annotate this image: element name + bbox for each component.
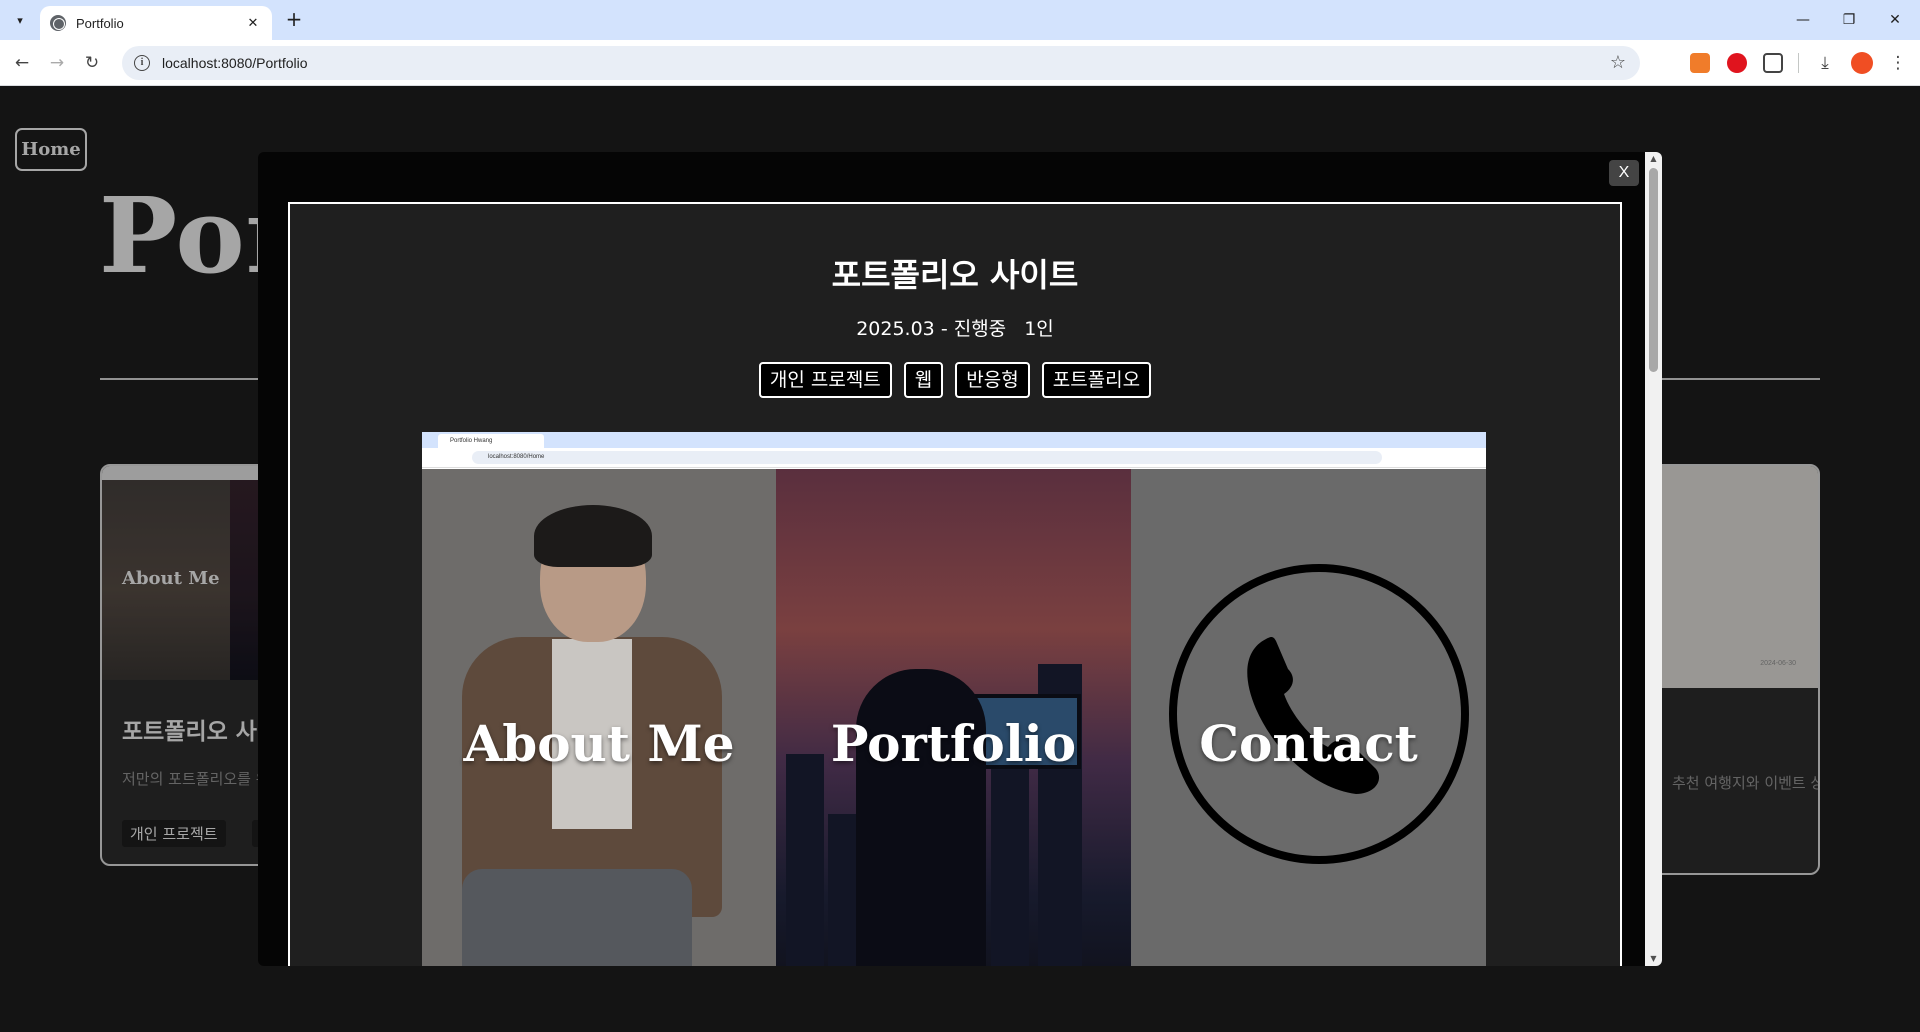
modal-tags: 개인 프로젝트 웹 반응형 포트폴리오 (290, 362, 1620, 398)
preview-tab: Portfolio Hwang (438, 434, 544, 448)
browser-tab[interactable]: Portfolio ✕ (40, 6, 272, 40)
browser-toolbar: ← → ↻ i localhost:8080/Portfolio ☆ ⤓ ⋮ (0, 40, 1920, 86)
modal-close-button[interactable]: X (1609, 160, 1639, 186)
window-close-icon[interactable]: ✕ (1872, 6, 1918, 34)
project-preview-screenshot: Portfolio Hwang localhost:8080/Home Abou… (422, 432, 1486, 966)
project-modal: X 포트폴리오 사이트 2025.03 - 진행중 1인 개인 프로젝트 웹 반… (258, 152, 1662, 966)
project-period: 2025.03 - 진행중 (856, 318, 1007, 340)
toolbar-divider (1798, 53, 1799, 73)
tab-close-icon[interactable]: ✕ (244, 16, 262, 31)
reload-icon[interactable]: ↻ (78, 49, 106, 77)
preview-tab-bar: Portfolio Hwang (422, 432, 1486, 448)
tab-title: Portfolio (76, 15, 124, 31)
preview-panel-contact: Contact (1131, 469, 1486, 966)
extension-icon[interactable] (1727, 53, 1747, 73)
preview-panels: About Me Portfolio Contact (422, 469, 1486, 966)
tab-search-icon[interactable]: ▾ (8, 8, 32, 32)
address-bar[interactable]: i localhost:8080/Portfolio ☆ (122, 46, 1640, 80)
person-illustration (534, 505, 652, 567)
bookmark-star-icon[interactable]: ☆ (1610, 52, 1626, 73)
scrollbar-thumb[interactable] (1649, 168, 1658, 372)
preview-toolbar: localhost:8080/Home (422, 448, 1486, 468)
browser-tab-bar: ▾ Portfolio ✕ + — ❐ ✕ (0, 0, 1920, 40)
extension-icon[interactable] (1690, 53, 1710, 73)
person-illustration (462, 869, 692, 966)
modal-title: 포트폴리오 사이트 (831, 256, 1079, 294)
url-text: localhost:8080/Portfolio (162, 55, 308, 71)
back-icon[interactable]: ← (8, 49, 36, 77)
modal-tag: 웹 (903, 362, 944, 398)
modal-content: 포트폴리오 사이트 2025.03 - 진행중 1인 개인 프로젝트 웹 반응형… (288, 202, 1622, 966)
modal-scrollbar[interactable]: ▲ ▼ (1645, 152, 1662, 966)
globe-icon (50, 15, 66, 31)
extensions-puzzle-icon[interactable] (1763, 53, 1783, 73)
page: Home Portfolio About Me 포트폴리오 사이트 저만의 포트… (0, 86, 1920, 1032)
restore-icon[interactable]: ❐ (1826, 6, 1872, 34)
city-illustration (786, 754, 824, 966)
profile-avatar[interactable] (1851, 52, 1873, 74)
modal-tag: 개인 프로젝트 (758, 362, 892, 398)
modal-tag: 포트폴리오 (1041, 362, 1152, 398)
modal-meta: 2025.03 - 진행중 1인 (290, 314, 1620, 341)
preview-panel-label: Portfolio (830, 714, 1077, 773)
minimize-icon[interactable]: — (1780, 6, 1826, 34)
project-members: 1인 (1024, 318, 1054, 340)
preview-panel-label: About Me (463, 714, 735, 773)
preview-panel-about: About Me (422, 469, 776, 966)
new-tab-icon[interactable]: + (282, 8, 306, 32)
forward-icon[interactable]: → (43, 49, 71, 77)
menu-icon[interactable]: ⋮ (1884, 49, 1912, 77)
preview-url: localhost:8080/Home (472, 451, 1382, 464)
scroll-up-icon[interactable]: ▲ (1645, 152, 1662, 166)
scroll-down-icon[interactable]: ▼ (1645, 952, 1662, 966)
preview-panel-label: Contact (1199, 714, 1418, 773)
preview-panel-portfolio: Portfolio (776, 469, 1131, 966)
site-info-icon[interactable]: i (134, 55, 150, 71)
download-icon[interactable]: ⤓ (1811, 49, 1839, 77)
modal-tag: 반응형 (955, 362, 1030, 398)
